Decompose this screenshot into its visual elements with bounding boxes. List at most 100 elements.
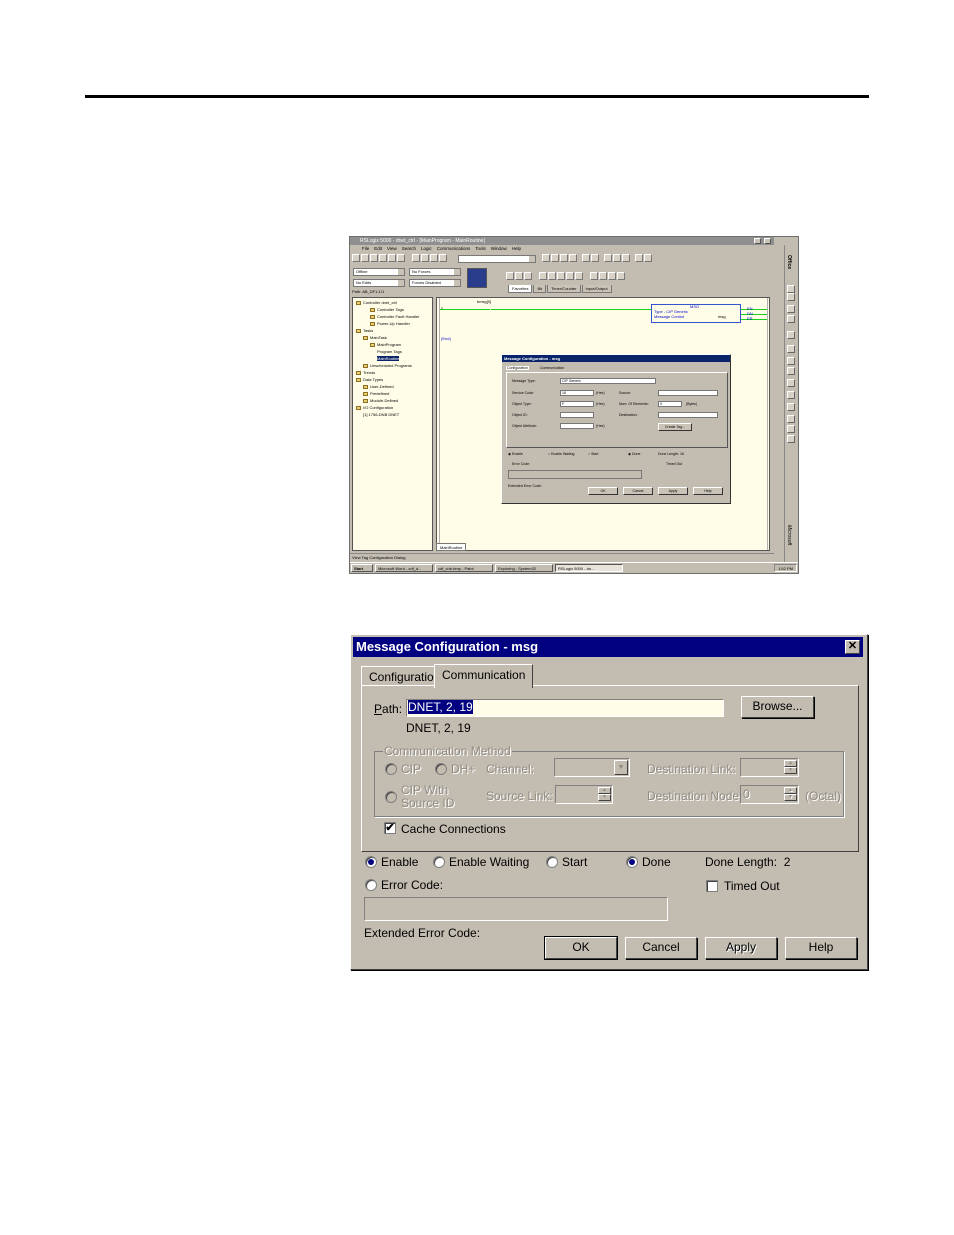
toolbar-button[interactable] <box>361 254 369 262</box>
tree-item[interactable]: Tasks <box>356 328 373 333</box>
forces-combo[interactable]: No Forces <box>409 268 461 276</box>
browse-button[interactable]: Browse... <box>741 696 814 718</box>
toolbar-button[interactable] <box>635 254 643 262</box>
mini-destination-select[interactable] <box>658 412 718 418</box>
close-icon[interactable]: ✕ <box>845 640 860 654</box>
vertical-scrollbar[interactable] <box>774 237 784 563</box>
mini-source-select[interactable] <box>658 390 718 396</box>
toolbar-button[interactable] <box>379 254 387 262</box>
toolbar-button[interactable] <box>560 254 568 262</box>
toolbar-button[interactable] <box>557 272 565 280</box>
toolbar-button[interactable] <box>370 254 378 262</box>
tree-item[interactable]: MainProgram <box>370 342 401 347</box>
msg-instruction[interactable]: MSG Type - CIP Generic Message Control m… <box>651 304 741 323</box>
tree-item[interactable]: MainRoutine <box>377 356 400 361</box>
tree-item[interactable]: Trends <box>356 370 375 375</box>
menu-item-0[interactable]: File <box>362 245 369 252</box>
minimize-icon[interactable] <box>754 238 761 244</box>
cip-radio[interactable] <box>385 763 397 775</box>
tree-item[interactable]: Predefined <box>363 391 389 396</box>
menu-item-5[interactable]: Communications <box>437 245 471 252</box>
mini-tab-configuration[interactable]: Configuration <box>506 366 529 370</box>
office-button[interactable] <box>787 391 795 399</box>
menu-item-7[interactable]: Window <box>491 245 507 252</box>
mini-num-elements-input[interactable]: 0 <box>658 401 682 407</box>
office-button[interactable] <box>787 435 795 443</box>
office-button[interactable] <box>787 379 795 387</box>
toolbar-button[interactable] <box>421 254 429 262</box>
tree-item[interactable]: Controller Fault Handler <box>370 314 419 319</box>
office-button[interactable] <box>787 415 795 423</box>
search-combo[interactable] <box>458 255 536 263</box>
menu-item-3[interactable]: Search <box>402 245 416 252</box>
destination-link-spinner[interactable]: ▲ ▼ <box>740 758 799 777</box>
tree-item[interactable]: Program Tags <box>377 349 402 354</box>
dh-plus-radio[interactable] <box>435 763 447 775</box>
tree-item[interactable]: Module-Defined <box>363 398 398 403</box>
start-button[interactable]: Start <box>351 564 373 572</box>
menu-item-8[interactable]: Help <box>512 245 521 252</box>
cache-connections-checkbox[interactable]: ✔ <box>384 822 396 834</box>
toolbar-button[interactable] <box>397 254 405 262</box>
tree-item[interactable]: Power-Up Handler <box>370 321 410 326</box>
taskbar-item[interactable]: Microsoft Word - cdf_d... <box>375 564 433 572</box>
path-input[interactable]: DNET, 2, 19 <box>406 699 724 717</box>
mini-message-type-select[interactable]: CIP Generic <box>560 378 656 384</box>
tree-item[interactable]: Data Types <box>356 377 383 382</box>
toolbar-button[interactable] <box>439 254 447 262</box>
destination-node-spinner[interactable]: 0 ▲ ▼ <box>740 785 799 804</box>
taskbar-item[interactable]: cdf_chb.bmp - Paint <box>435 564 493 572</box>
mini-service-code-input[interactable]: 16 <box>560 390 594 396</box>
mini-tab-communication[interactable]: Communication <box>540 366 564 370</box>
ok-button[interactable]: OK <box>544 936 618 960</box>
office-button[interactable] <box>787 315 795 323</box>
mini-dialog-button[interactable]: Help <box>693 487 723 495</box>
cip-with-source-id-radio[interactable] <box>385 791 397 803</box>
mini-dialog-button[interactable]: Cancel <box>623 487 653 495</box>
office-button[interactable] <box>787 357 795 365</box>
toolbar-button[interactable] <box>591 254 599 262</box>
toolbar-button[interactable] <box>548 272 556 280</box>
toolbar-button[interactable] <box>590 272 598 280</box>
office-button[interactable] <box>787 345 795 353</box>
toolbar-button[interactable] <box>430 254 438 262</box>
forces-status-combo[interactable]: Forces Disabled <box>409 279 461 287</box>
toolbar-button[interactable] <box>569 254 577 262</box>
mini-object-id-input[interactable] <box>560 412 594 418</box>
toolbar-button[interactable] <box>542 254 550 262</box>
office-button[interactable] <box>787 403 795 411</box>
office-button[interactable] <box>787 305 795 313</box>
toolbar-button[interactable] <box>551 254 559 262</box>
source-link-spinner[interactable]: ▲ ▼ <box>555 785 613 804</box>
tree-item[interactable]: Controller dnet_ctrl <box>356 300 397 305</box>
mode-combo[interactable]: Offline <box>353 268 405 276</box>
toolbar-button[interactable] <box>515 272 523 280</box>
toolbar-button[interactable] <box>524 272 532 280</box>
toolbar-button[interactable] <box>604 254 612 262</box>
tree-item[interactable]: User-Defined <box>363 384 394 389</box>
mini-dialog-button[interactable]: Apply <box>658 487 688 495</box>
toolbar-button[interactable] <box>617 272 625 280</box>
tree-item[interactable]: MainTask <box>363 335 387 340</box>
tree-item[interactable]: I/O Configuration <box>356 405 393 410</box>
office-button[interactable] <box>787 367 795 375</box>
tree-item[interactable]: [1] 1756-DNB DNET <box>363 412 399 417</box>
help-button[interactable]: Help <box>785 937 857 959</box>
toolbar-button[interactable] <box>608 272 616 280</box>
tree-item[interactable]: Controller Tags <box>370 307 404 312</box>
instruction-tab[interactable]: Favorites <box>508 285 533 293</box>
menu-item-6[interactable]: Tools <box>475 245 486 252</box>
toolbar-button[interactable] <box>599 272 607 280</box>
office-button[interactable] <box>787 425 795 433</box>
toolbar-button[interactable] <box>613 254 621 262</box>
tree-item[interactable]: Unscheduled Programs <box>363 363 412 368</box>
menu-item-4[interactable]: Logic <box>421 245 432 252</box>
instruction-tab[interactable]: Input/Output <box>581 285 612 293</box>
tab-communication[interactable]: Communication <box>434 664 534 688</box>
toolbar-button[interactable] <box>352 254 360 262</box>
mini-create-tag-button[interactable]: Create Tag... <box>658 423 692 431</box>
toolbar-button[interactable] <box>388 254 396 262</box>
toolbar-button[interactable] <box>539 272 547 280</box>
toolbar-button[interactable] <box>506 272 514 280</box>
mini-dialog-button[interactable]: OK <box>588 487 618 495</box>
